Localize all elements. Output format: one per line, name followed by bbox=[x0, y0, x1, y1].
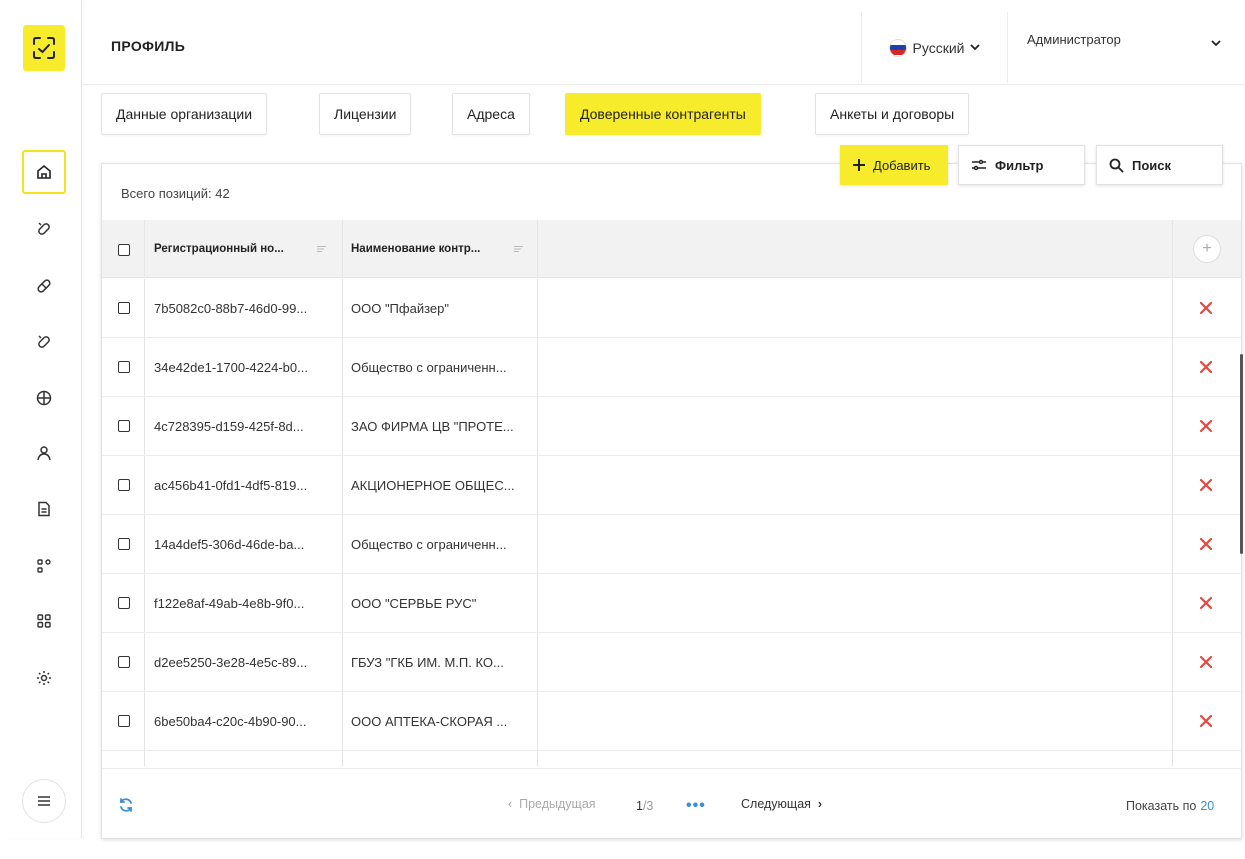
cell-counterparty-name: ГБУЗ "ГКБ ИМ. М.П. КО... bbox=[351, 654, 504, 670]
apps-icon[interactable] bbox=[22, 544, 66, 588]
chevron-down-icon bbox=[970, 44, 981, 51]
delete-icon[interactable] bbox=[1199, 419, 1213, 433]
delete-icon[interactable] bbox=[1199, 596, 1213, 610]
row-checkbox[interactable] bbox=[118, 302, 130, 314]
filter-button[interactable]: Фильтр bbox=[958, 145, 1085, 185]
add-column-icon[interactable]: + bbox=[1193, 235, 1221, 263]
delete-icon[interactable] bbox=[1199, 360, 1213, 374]
column-menu-icon[interactable] bbox=[514, 246, 523, 252]
row-checkbox[interactable] bbox=[118, 479, 130, 491]
delete-icon[interactable] bbox=[1199, 655, 1213, 669]
tab-trusted-counterparties[interactable]: Доверенные контрагенты bbox=[565, 93, 761, 135]
prev-page-button[interactable]: ‹ Предыдущая bbox=[508, 797, 596, 811]
sidebar bbox=[6, 0, 82, 838]
page-title: ПРОФИЛЬ bbox=[111, 38, 186, 54]
grid-icon[interactable] bbox=[22, 599, 66, 643]
table-row[interactable]: 14a4def5-306d-46de-ba... Общество с огран… bbox=[102, 515, 1241, 574]
page-size-selector[interactable]: Показать по 20 bbox=[1126, 799, 1214, 813]
delete-icon[interactable] bbox=[1199, 714, 1213, 728]
select-all-checkbox[interactable] bbox=[118, 244, 130, 256]
plus-icon bbox=[853, 159, 865, 171]
delete-icon[interactable] bbox=[1199, 537, 1213, 551]
row-checkbox[interactable] bbox=[118, 420, 130, 432]
cell-reg-number: 6be50ba4-c20c-4b90-90... bbox=[154, 713, 307, 729]
refresh-icon[interactable] bbox=[118, 797, 134, 813]
cell-counterparty-name: Общество с ограниченн... bbox=[351, 536, 507, 552]
chevron-left-icon: ‹ bbox=[508, 797, 513, 811]
row-checkbox[interactable] bbox=[118, 656, 130, 668]
table-row-partial bbox=[102, 751, 1241, 766]
search-icon bbox=[1109, 158, 1124, 173]
cell-reg-number: ac456b41-0fd1-4df5-819... bbox=[154, 477, 308, 493]
tab-organization-data[interactable]: Данные организации bbox=[101, 93, 268, 135]
table-header: Регистрационный но... Наименование контр… bbox=[102, 220, 1241, 278]
cell-counterparty-name: ЗАО ФИРМА ЦВ "ПРОТЕ... bbox=[351, 418, 514, 434]
scrollbar[interactable] bbox=[1240, 354, 1243, 554]
table-row[interactable]: d2ee5250-3e28-4e5c-89... ГБУЗ "ГКБ ИМ. М.… bbox=[102, 633, 1241, 692]
filter-sliders-icon bbox=[972, 159, 986, 171]
more-pages-button[interactable]: ••• bbox=[686, 797, 706, 815]
table-row[interactable]: 34e42de1-1700-4224-b0... Общество с огран… bbox=[102, 338, 1241, 397]
delete-icon[interactable] bbox=[1199, 478, 1213, 492]
column-header-reg-number[interactable]: Регистрационный но... bbox=[154, 220, 284, 278]
chevron-right-icon: › bbox=[817, 797, 823, 811]
cell-counterparty-name: Общество с ограниченн... bbox=[351, 359, 507, 375]
add-button[interactable]: Добавить bbox=[840, 145, 948, 185]
pill-icon[interactable] bbox=[22, 207, 66, 251]
table-row[interactable]: ac456b41-0fd1-4df5-819... АКЦИОНЕРНОЕ ОБЩ… bbox=[102, 456, 1241, 515]
page-indicator: 1/3 bbox=[636, 799, 654, 813]
home-icon[interactable] bbox=[22, 150, 66, 194]
column-menu-icon[interactable] bbox=[317, 246, 326, 252]
cell-counterparty-name: АКЦИОНЕРНОЕ ОБЩЕС... bbox=[351, 477, 515, 493]
table-row[interactable]: 7b5082c0-88b7-46d0-99... ООО "Пфайзер" bbox=[102, 279, 1241, 338]
globe-icon[interactable] bbox=[22, 376, 66, 420]
column-header-counterparty-name[interactable]: Наименование контр... bbox=[351, 220, 480, 278]
table-row[interactable]: 6be50ba4-c20c-4b90-90... ООО АПТЕКА-СКОРА… bbox=[102, 692, 1241, 751]
table-row[interactable]: f122e8af-49ab-4e8b-9f0... ООО "СЕРВЬЕ РУС… bbox=[102, 574, 1241, 633]
row-checkbox[interactable] bbox=[118, 361, 130, 373]
next-page-button[interactable]: Следующая › bbox=[741, 797, 822, 811]
table-card: Всего позиций: 42 Регистрационный но... … bbox=[101, 163, 1243, 839]
table-row[interactable]: 4c728395-d159-425f-8d... ЗАО ФИРМА ЦВ "ПР… bbox=[102, 397, 1241, 456]
tab-addresses[interactable]: Адреса bbox=[452, 93, 530, 135]
search-button[interactable]: Поиск bbox=[1096, 145, 1223, 185]
settings-icon[interactable] bbox=[22, 656, 66, 700]
chevron-down-icon[interactable] bbox=[1211, 40, 1221, 47]
hamburger-icon[interactable] bbox=[22, 779, 66, 823]
user-name[interactable]: Администратор bbox=[1027, 32, 1121, 47]
row-checkbox[interactable] bbox=[118, 715, 130, 727]
language-selector[interactable]: Русский bbox=[861, 12, 1008, 83]
delete-icon[interactable] bbox=[1199, 301, 1213, 315]
cell-reg-number: d2ee5250-3e28-4e5c-89... bbox=[154, 654, 308, 670]
pill-icon[interactable] bbox=[22, 320, 66, 364]
row-checkbox[interactable] bbox=[118, 597, 130, 609]
cell-counterparty-name: ООО АПТЕКА-СКОРАЯ ... bbox=[351, 713, 508, 729]
cell-counterparty-name: ООО "СЕРВЬЕ РУС" bbox=[351, 595, 477, 611]
cell-reg-number: 34e42de1-1700-4224-b0... bbox=[154, 359, 308, 375]
cell-reg-number: 4c728395-d159-425f-8d... bbox=[154, 418, 304, 434]
capsule-icon[interactable] bbox=[22, 264, 66, 308]
language-label: Русский bbox=[912, 39, 965, 56]
row-checkbox[interactable] bbox=[118, 538, 130, 550]
total-count: Всего позиций: 42 bbox=[121, 186, 230, 201]
tab-questionnaires-contracts[interactable]: Анкеты и договоры bbox=[815, 93, 970, 135]
scan-logo-icon[interactable] bbox=[23, 25, 65, 71]
header: ПРОФИЛЬ Русский Администратор bbox=[83, 0, 1245, 85]
cell-reg-number: 14a4def5-306d-46de-ba... bbox=[154, 536, 305, 552]
pagination: ‹ Предыдущая 1/3 ••• Следующая › Показат… bbox=[102, 768, 1241, 838]
cell-reg-number: f122e8af-49ab-4e8b-9f0... bbox=[154, 595, 305, 611]
cell-reg-number: 7b5082c0-88b7-46d0-99... bbox=[154, 300, 308, 316]
cell-counterparty-name: ООО "Пфайзер" bbox=[351, 300, 449, 316]
user-icon[interactable] bbox=[22, 431, 66, 475]
tab-licenses[interactable]: Лицензии bbox=[319, 93, 412, 135]
russian-flag-icon bbox=[888, 38, 907, 57]
document-icon[interactable] bbox=[22, 487, 66, 531]
